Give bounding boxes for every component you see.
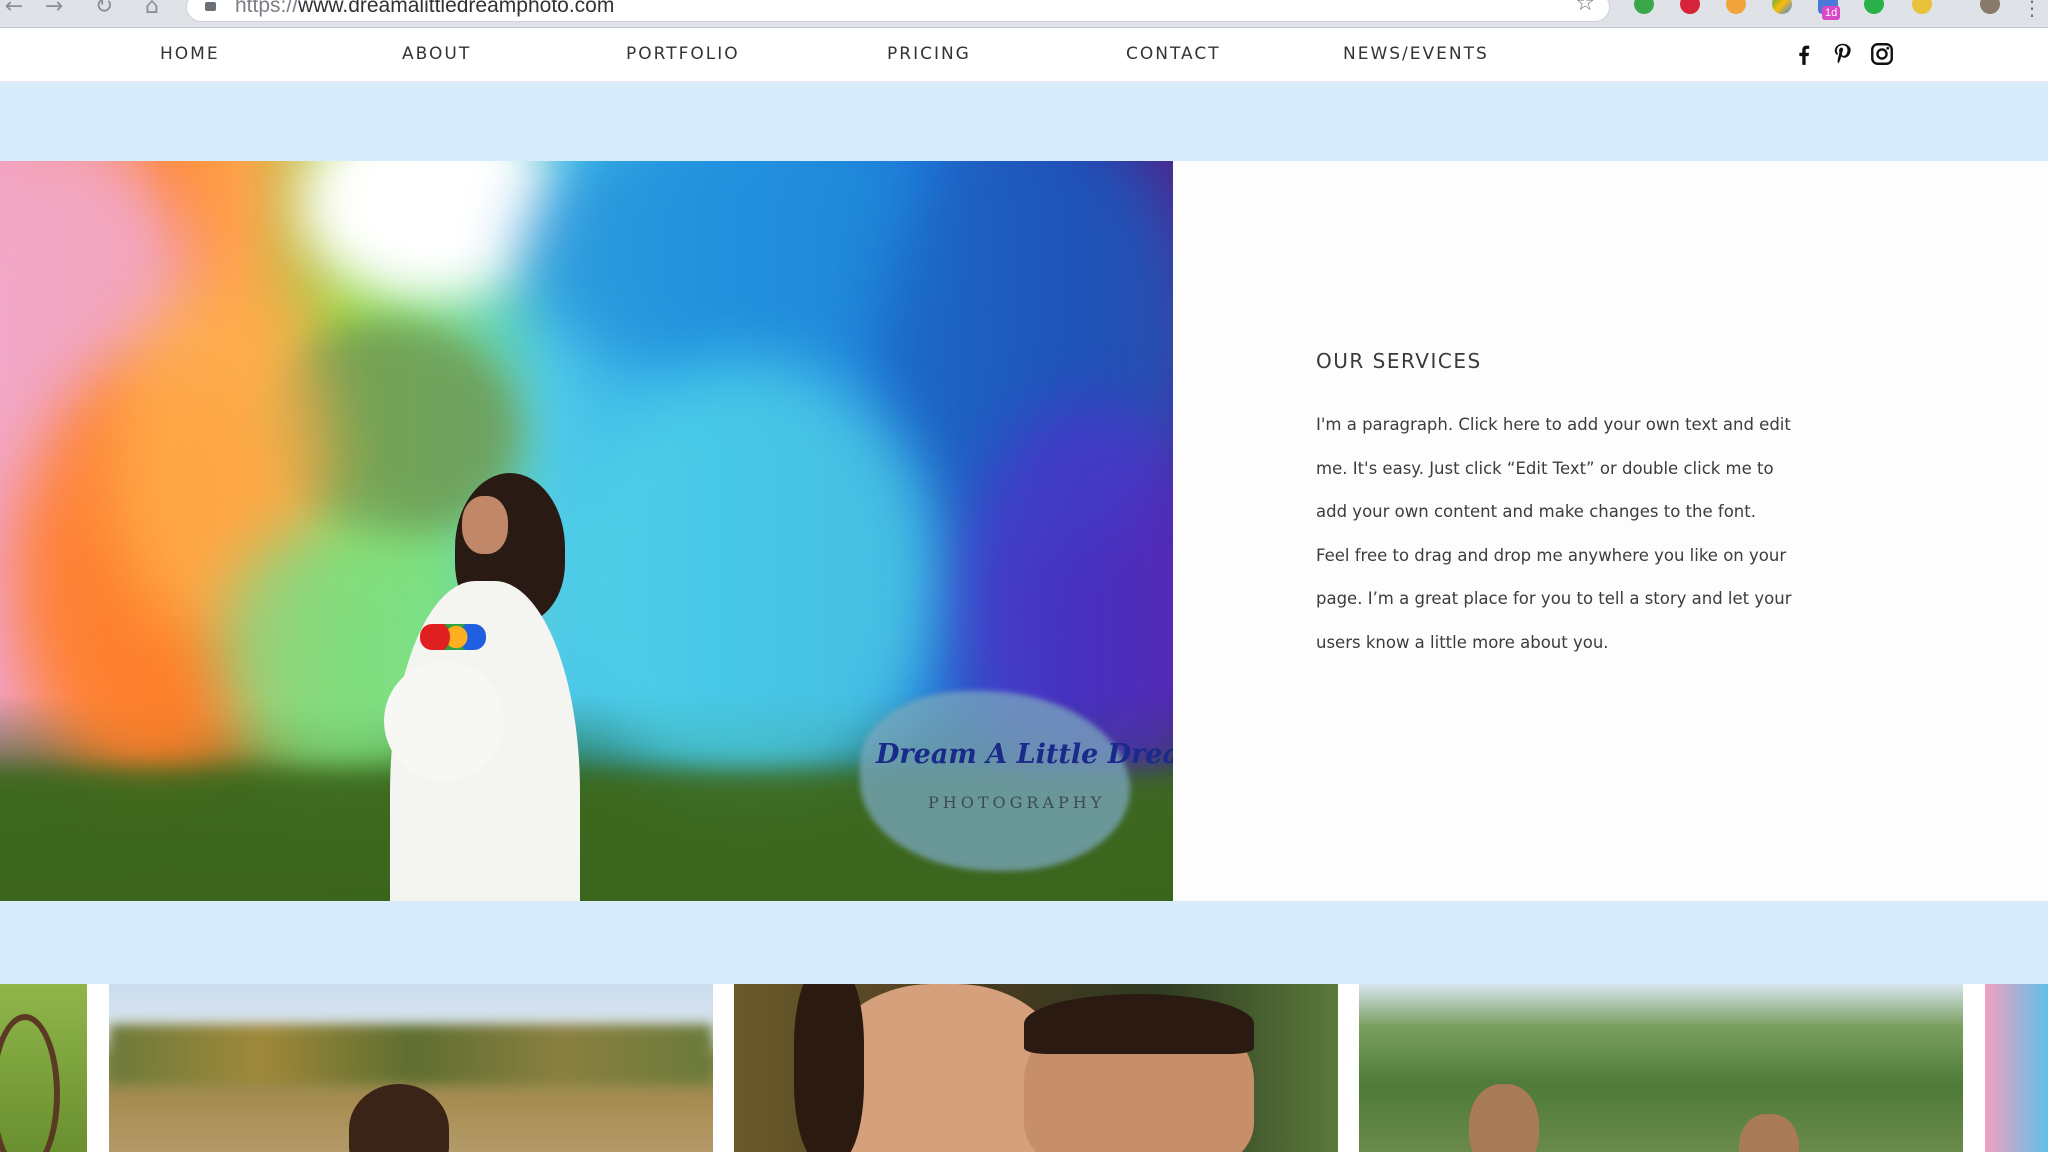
pinterest-icon[interactable] (1830, 41, 1856, 67)
watermark-script-text: Dream A Little Dream (876, 739, 1173, 770)
face-shape (462, 496, 508, 554)
nav-contact[interactable]: CONTACT (1126, 44, 1221, 64)
home-icon[interactable]: ⌂ (140, 0, 164, 18)
services-paragraph-line: users know a little more about you. (1316, 633, 1609, 652)
services-paragraph-line: add your own content and make changes to… (1316, 502, 1756, 521)
reload-icon[interactable]: ↻ (92, 0, 116, 18)
profile-avatar[interactable] (1980, 0, 2000, 14)
watermark-sub-text: PHOTOGRAPHY (928, 793, 1106, 812)
photography-watermark-logo: Dream A Little Dream PHOTOGRAPHY (860, 681, 1173, 871)
gallery-thumbnail[interactable] (734, 984, 1338, 1152)
address-bar[interactable]: https://www.dreamalittledreamphoto.com ☆ (186, 0, 1610, 22)
middle-color-band (0, 901, 2048, 984)
honey-extension-icon[interactable] (1726, 0, 1746, 14)
facebook-icon[interactable] (1791, 41, 1817, 67)
extension-badge: 1d (1822, 6, 1841, 20)
browser-toolbar: ← → ↻ ⌂ https://www.dreamalittledreampho… (0, 0, 2048, 28)
gallery-thumbnail[interactable] (0, 984, 87, 1152)
nav-portfolio[interactable]: PORTFOLIO (626, 44, 740, 64)
nav-home[interactable]: HOME (160, 44, 220, 64)
services-paragraph-line: page. I’m a great place for you to tell … (1316, 589, 1792, 608)
evernote-extension-icon[interactable] (1634, 0, 1654, 14)
nav-news-events[interactable]: NEWS/EVENTS (1343, 44, 1489, 64)
nav-about[interactable]: ABOUT (402, 44, 471, 64)
services-heading: OUR SERVICES (1316, 349, 1482, 373)
gallery-thumbnail[interactable] (1985, 984, 2048, 1152)
flower-sash (420, 624, 486, 650)
services-paragraph-line: Feel free to drag and drop me anywhere y… (1316, 546, 1787, 565)
lock-icon (205, 2, 216, 11)
belly-shape (384, 661, 504, 781)
drive-extension-icon[interactable] (1772, 0, 1792, 14)
url-text[interactable]: https://www.dreamalittledreamphoto.com (235, 0, 614, 17)
browser-menu-icon[interactable]: ⋮ (2022, 0, 2042, 18)
back-arrow-icon[interactable]: ← (2, 0, 26, 18)
forward-arrow-icon[interactable]: → (42, 0, 66, 18)
site-navigation: HOME ABOUT PORTFOLIO PRICING CONTACT NEW… (0, 28, 2048, 82)
url-host: www.dreamalittledreamphoto.com (298, 0, 615, 17)
gallery-thumbnail[interactable] (1359, 984, 1963, 1152)
url-scheme: https:// (235, 0, 299, 17)
shield-extension-icon[interactable] (1864, 0, 1884, 14)
hero-maternity-photo: Dream A Little Dream PHOTOGRAPHY (0, 161, 1173, 901)
services-paragraph-line: me. It's easy. Just click “Edit Text” or… (1316, 459, 1774, 478)
instagram-icon[interactable] (1869, 41, 1895, 67)
nav-pricing[interactable]: PRICING (887, 44, 971, 64)
services-paragraph-line: I'm a paragraph. Click here to add your … (1316, 415, 1791, 434)
bookmark-star-icon[interactable]: ☆ (1575, 0, 1595, 15)
services-panel: OUR SERVICES I'm a paragraph. Click here… (1173, 161, 2048, 901)
pinterest-extension-icon[interactable] (1680, 0, 1700, 14)
gallery-thumbnail[interactable] (109, 984, 713, 1152)
mail-extension-icon[interactable] (1912, 0, 1932, 14)
top-color-band (0, 82, 2048, 161)
